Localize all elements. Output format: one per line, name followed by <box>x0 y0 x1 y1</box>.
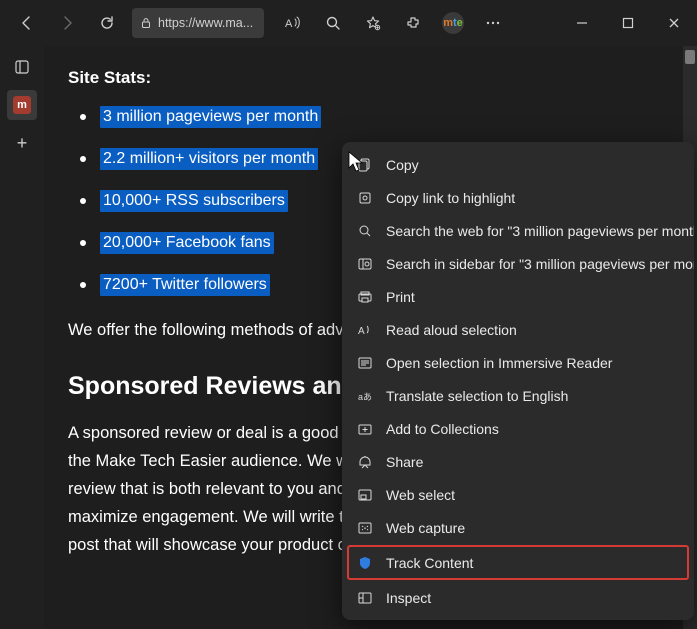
search-sidebar-icon <box>356 255 374 273</box>
ctx-item-label: Open selection in Immersive Reader <box>386 355 612 371</box>
svg-text:A: A <box>285 18 293 30</box>
share-icon <box>356 453 374 471</box>
ctx-item-label: Inspect <box>386 590 431 606</box>
ctx-item-label: Add to Collections <box>386 421 499 437</box>
ctx-item-label: Copy link to highlight <box>386 190 515 206</box>
list-item: 3 million pageviews per month <box>68 106 675 128</box>
ctx-read-aloud[interactable]: A Read aloud selection <box>342 313 694 346</box>
context-menu: Copy Copy link to highlight Search the web… <box>342 142 694 620</box>
ctx-item-label: Web select <box>386 487 455 503</box>
forward-button[interactable] <box>48 4 86 42</box>
site-badge[interactable]: mte <box>434 4 472 42</box>
ctx-copy[interactable]: Copy <box>342 148 694 181</box>
translate-icon: aあ <box>356 387 374 405</box>
ctx-track-content[interactable]: Track Content <box>348 546 688 579</box>
cursor-icon <box>347 151 365 173</box>
immersive-reader-icon <box>356 354 374 372</box>
ctx-immersive-reader[interactable]: Open selection in Immersive Reader <box>342 346 694 379</box>
scrollbar-thumb[interactable] <box>685 50 695 64</box>
ctx-search-sidebar[interactable]: Search in sidebar for "3 million pagevie… <box>342 247 694 280</box>
ctx-item-label: Copy <box>386 157 419 173</box>
ctx-web-capture[interactable]: Web capture <box>342 511 694 544</box>
maximize-button[interactable] <box>605 0 651 46</box>
ctx-item-label: Search in sidebar for "3 million pagevie… <box>386 256 694 272</box>
copy-link-highlight-icon <box>356 189 374 207</box>
titlebar: https://www.ma... A mte <box>0 0 697 46</box>
read-aloud-button[interactable]: A <box>274 4 312 42</box>
minimize-button[interactable] <box>559 0 605 46</box>
close-button[interactable] <box>651 0 697 46</box>
tab-favicon-letter: m <box>17 99 27 111</box>
site-stats-heading: Site Stats: <box>68 68 675 88</box>
back-button[interactable] <box>8 4 46 42</box>
ctx-item-label: Translate selection to English <box>386 388 568 404</box>
ctx-item-label: Track Content <box>386 555 473 571</box>
search-button[interactable] <box>314 4 352 42</box>
active-tab[interactable]: m <box>7 90 37 120</box>
url-text: https://www.ma... <box>158 16 253 30</box>
add-collections-icon <box>356 420 374 438</box>
more-button[interactable] <box>474 4 512 42</box>
ctx-item-label: Web capture <box>386 520 465 536</box>
ctx-copy-link-highlight[interactable]: Copy link to highlight <box>342 181 694 214</box>
ctx-item-label: Read aloud selection <box>386 322 517 338</box>
favorites-button[interactable] <box>354 4 392 42</box>
ctx-add-collections[interactable]: Add to Collections <box>342 412 694 445</box>
extensions-button[interactable] <box>394 4 432 42</box>
svg-text:A: A <box>358 326 365 337</box>
lock-icon <box>140 17 152 29</box>
ctx-search-web[interactable]: Search the web for "3 million pageviews … <box>342 214 694 247</box>
vertical-tab-strip: m + <box>0 46 44 629</box>
refresh-button[interactable] <box>88 4 126 42</box>
read-aloud-icon: A <box>356 321 374 339</box>
svg-text:aあ: aあ <box>358 392 372 402</box>
print-icon <box>356 288 374 306</box>
ctx-translate[interactable]: aあ Translate selection to English <box>342 379 694 412</box>
new-tab-button[interactable]: + <box>7 128 37 158</box>
ctx-print[interactable]: Print <box>342 280 694 313</box>
ctx-item-label: Search the web for "3 million pageviews … <box>386 223 694 239</box>
address-bar[interactable]: https://www.ma... <box>132 8 264 38</box>
ctx-item-label: Share <box>386 454 423 470</box>
tab-actions-button[interactable] <box>7 52 37 82</box>
ctx-item-label: Print <box>386 289 415 305</box>
ctx-web-select[interactable]: Web select <box>342 478 694 511</box>
search-web-icon <box>356 222 374 240</box>
web-capture-icon <box>356 519 374 537</box>
inspect-icon <box>356 589 374 607</box>
ctx-share[interactable]: Share <box>342 445 694 478</box>
ctx-inspect[interactable]: Inspect <box>342 581 694 614</box>
web-select-icon <box>356 486 374 504</box>
track-content-icon <box>356 554 374 572</box>
